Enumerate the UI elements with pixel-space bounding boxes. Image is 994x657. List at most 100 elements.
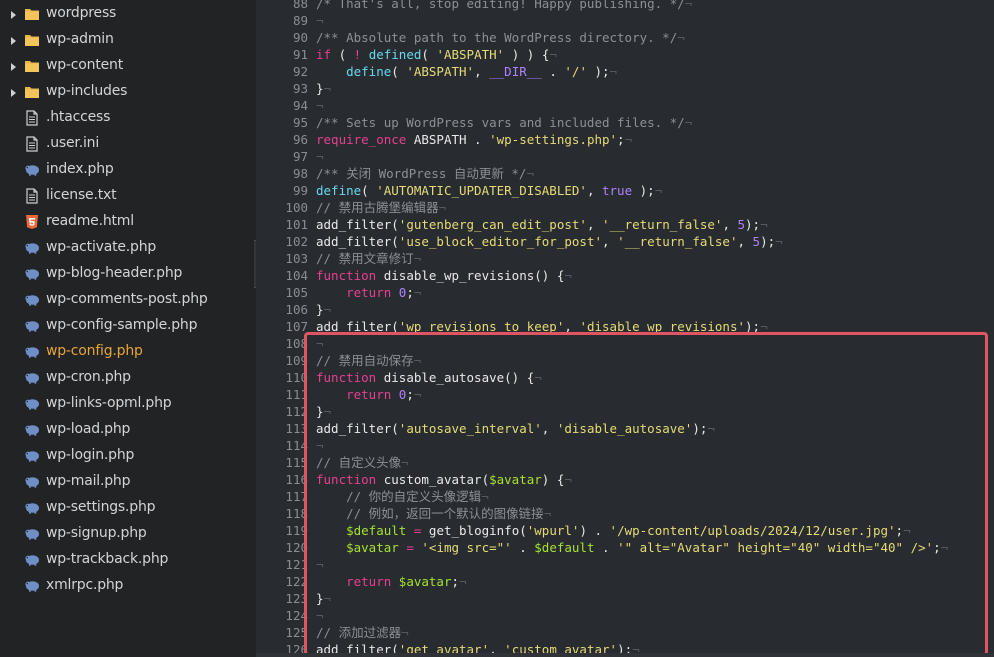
tree-item-label: wp-blog-header.php bbox=[46, 265, 183, 281]
code-line[interactable]: /* That's all, stop editing! Happy publi… bbox=[316, 0, 692, 12]
tree-file[interactable]: license.txt bbox=[0, 183, 256, 209]
code-line[interactable]: define( 'ABSPATH', __DIR__ . '/' );¬ bbox=[316, 63, 617, 80]
tree-folder[interactable]: wordpress bbox=[0, 1, 256, 27]
code-token: require_once bbox=[316, 132, 407, 147]
code-token: ) { bbox=[541, 472, 565, 487]
caret-right-icon[interactable] bbox=[8, 60, 18, 72]
code-line[interactable]: if ( ! defined( 'ABSPATH' ) ) {¬ bbox=[316, 46, 557, 63]
code-token: 'wp_revisions_to_keep' bbox=[398, 319, 565, 334]
tree-file[interactable]: wp-login.php bbox=[0, 443, 256, 469]
code-line[interactable]: add_filter('gutenberg_can_edit_post', '_… bbox=[316, 216, 768, 233]
tree-folder[interactable]: wp-content bbox=[0, 53, 256, 79]
tree-file[interactable]: wp-load.php bbox=[0, 417, 256, 443]
code-line[interactable]: /** Absolute path to the WordPress direc… bbox=[316, 29, 685, 46]
php-file-icon bbox=[24, 240, 40, 256]
code-line[interactable]: $avatar = '<img src="' . $default . '" a… bbox=[316, 539, 948, 556]
code-line[interactable]: ¬ bbox=[316, 556, 324, 573]
code-line[interactable]: // 例如，返回一个默认的图像链接¬ bbox=[316, 505, 551, 522]
tree-file[interactable]: wp-cron.php bbox=[0, 365, 256, 391]
eol-marker: ¬ bbox=[564, 472, 572, 487]
code-line[interactable]: add_filter('use_block_editor_for_post', … bbox=[316, 233, 783, 250]
code-line[interactable]: ¬ bbox=[316, 437, 324, 454]
tree-folder[interactable]: wp-admin bbox=[0, 27, 256, 53]
code-line[interactable]: $default = get_bloginfo('wpurl') . '/wp-… bbox=[316, 522, 910, 539]
horizontal-scrollbar[interactable] bbox=[256, 653, 994, 657]
code-line[interactable]: return $avatar;¬ bbox=[316, 573, 466, 590]
tree-file[interactable]: .htaccess bbox=[0, 105, 256, 131]
code-line[interactable]: ¬ bbox=[316, 335, 324, 352]
code-token: ); bbox=[760, 234, 776, 249]
line-number: 113 bbox=[285, 421, 308, 436]
code-editor[interactable]: 88 89 90 91 92 93 94 95 96 97 98 99 100 101 102 103 104 1… bbox=[256, 0, 994, 657]
tree-file[interactable]: readme.html bbox=[0, 209, 256, 235]
code-token: . bbox=[594, 540, 618, 555]
code-line[interactable]: require_once ABSPATH . 'wp-settings.php'… bbox=[316, 131, 632, 148]
eol-marker: ¬ bbox=[677, 30, 685, 45]
code-line[interactable]: }¬ bbox=[316, 80, 331, 97]
eol-marker: ¬ bbox=[401, 625, 409, 640]
folder-icon bbox=[24, 84, 40, 100]
code-line[interactable]: }¬ bbox=[316, 301, 331, 318]
tree-item-label: wp-config.php bbox=[46, 343, 143, 359]
code-token: ); bbox=[745, 217, 761, 232]
code-line[interactable]: ¬ bbox=[316, 97, 324, 114]
code-line[interactable]: // 自定义头像¬ bbox=[316, 454, 409, 471]
code-line[interactable]: /** Sets up WordPress vars and included … bbox=[316, 114, 692, 131]
code-line[interactable]: }¬ bbox=[316, 403, 331, 420]
code-token: 'use_block_editor_for_post' bbox=[398, 234, 602, 249]
tree-file[interactable]: wp-comments-post.php bbox=[0, 287, 256, 313]
code-line[interactable]: // 添加过滤器¬ bbox=[316, 624, 409, 641]
php-file-icon bbox=[24, 344, 40, 360]
code-line[interactable]: /** 关闭 WordPress 自动更新 */¬ bbox=[316, 165, 534, 182]
tree-file[interactable]: wp-mail.php bbox=[0, 469, 256, 495]
tree-file[interactable]: wp-trackback.php bbox=[0, 547, 256, 573]
folder-icon bbox=[24, 32, 40, 48]
eol-marker: ¬ bbox=[549, 47, 557, 62]
code-line[interactable]: // 你的自定义头像逻辑¬ bbox=[316, 488, 489, 505]
code-line[interactable]: define( 'AUTOMATIC_UPDATER_DISABLED', tr… bbox=[316, 182, 662, 199]
tree-item-label: wp-cron.php bbox=[46, 369, 131, 385]
code-line[interactable]: ¬ bbox=[316, 148, 324, 165]
caret-right-icon[interactable] bbox=[8, 8, 18, 20]
code-token: 'wpurl' bbox=[526, 523, 580, 538]
code-line[interactable]: ¬ bbox=[316, 12, 324, 29]
code-line[interactable]: // 禁用古腾堡编辑器¬ bbox=[316, 199, 446, 216]
tree-file[interactable]: .user.ini bbox=[0, 131, 256, 157]
code-line[interactable]: ¬ bbox=[316, 607, 324, 624]
file-icon bbox=[24, 188, 40, 204]
tree-file[interactable]: wp-links-opml.php bbox=[0, 391, 256, 417]
caret-right-icon[interactable] bbox=[8, 34, 18, 46]
tree-file[interactable]: wp-settings.php bbox=[0, 495, 256, 521]
eol-marker: ¬ bbox=[534, 370, 542, 385]
code-token: 5 bbox=[737, 217, 746, 232]
tree-file[interactable]: wp-activate.php bbox=[0, 235, 256, 261]
code-line[interactable]: return 0;¬ bbox=[316, 386, 421, 403]
code-line[interactable]: function disable_autosave() {¬ bbox=[316, 369, 542, 386]
tree-file[interactable]: wp-config.php bbox=[0, 339, 256, 365]
line-number: 107 bbox=[285, 319, 308, 334]
eol-marker: ¬ bbox=[316, 98, 324, 113]
code-line[interactable]: function custom_avatar($avatar) {¬ bbox=[316, 471, 572, 488]
tree-file[interactable]: wp-blog-header.php bbox=[0, 261, 256, 287]
tree-file[interactable]: index.php bbox=[0, 157, 256, 183]
caret-right-icon[interactable] bbox=[8, 86, 18, 98]
tree-folder[interactable]: wp-includes bbox=[0, 79, 256, 105]
eol-marker: ¬ bbox=[323, 404, 332, 419]
tree-file[interactable]: wp-config-sample.php bbox=[0, 313, 256, 339]
tree-file[interactable]: wp-signup.php bbox=[0, 521, 256, 547]
code-line[interactable]: // 禁用文章修订¬ bbox=[316, 250, 421, 267]
tree-item-label: wp-config-sample.php bbox=[46, 317, 198, 333]
line-number: 123 bbox=[285, 591, 308, 606]
php-file-icon bbox=[24, 318, 40, 334]
code-token: ); bbox=[692, 421, 708, 436]
tree-file[interactable]: xmlrpc.php bbox=[0, 573, 256, 599]
code-line[interactable]: add_filter('wp_revisions_to_keep', 'disa… bbox=[316, 318, 768, 335]
code-line[interactable]: add_filter('autosave_interval', 'disable… bbox=[316, 420, 715, 437]
code-line[interactable]: return 0;¬ bbox=[316, 284, 421, 301]
code-line[interactable]: }¬ bbox=[316, 590, 331, 607]
code-line[interactable]: // 禁用自动保存¬ bbox=[316, 352, 421, 369]
code-line[interactable]: function disable_wp_revisions() {¬ bbox=[316, 267, 572, 284]
line-number: 93 bbox=[292, 81, 308, 96]
